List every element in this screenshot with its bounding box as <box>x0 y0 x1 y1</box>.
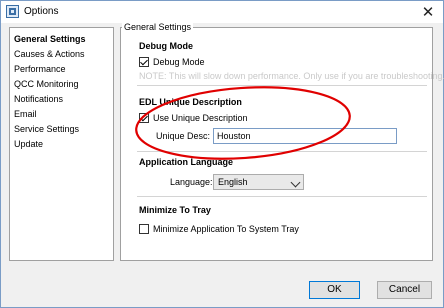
separator <box>137 196 427 197</box>
use-unique-description-label[interactable]: Use Unique Description <box>153 113 248 123</box>
tray-section-title: Minimize To Tray <box>139 205 211 215</box>
settings-nav-list[interactable]: General Settings Causes & Actions Perfor… <box>9 27 114 261</box>
use-unique-description-checkbox[interactable] <box>139 113 149 123</box>
unique-desc-input[interactable]: Houston <box>213 128 397 144</box>
options-app-icon <box>6 5 19 18</box>
nav-item-general-settings[interactable]: General Settings <box>14 33 86 45</box>
title-bar[interactable]: Options ✕ <box>1 1 443 23</box>
language-select[interactable]: English <box>213 174 304 190</box>
chevron-down-icon <box>290 177 301 188</box>
language-label: Language: <box>170 177 213 187</box>
language-section-title: Application Language <box>139 157 234 167</box>
unique-desc-label: Unique Desc: <box>156 131 211 141</box>
nav-item-service-settings[interactable]: Service Settings <box>14 123 79 135</box>
separator <box>137 151 427 152</box>
minimize-to-tray-checkbox[interactable] <box>139 224 149 234</box>
debug-mode-label[interactable]: Debug Mode <box>153 57 205 67</box>
close-icon[interactable]: ✕ <box>413 1 443 23</box>
nav-item-email[interactable]: Email <box>14 108 37 120</box>
panel-header: General Settings <box>122 22 194 32</box>
debug-mode-checkbox[interactable] <box>139 57 149 67</box>
edl-section-title: EDL Unique Description <box>139 97 242 107</box>
minimize-to-tray-label[interactable]: Minimize Application To System Tray <box>153 224 299 234</box>
ok-button[interactable]: OK <box>309 281 360 299</box>
nav-item-causes-actions[interactable]: Causes & Actions <box>14 48 85 60</box>
language-selected-value: English <box>218 177 248 187</box>
nav-item-notifications[interactable]: Notifications <box>14 93 63 105</box>
nav-item-performance[interactable]: Performance <box>14 63 66 75</box>
debug-section-title: Debug Mode <box>139 41 193 51</box>
nav-item-qcc-monitoring[interactable]: QCC Monitoring <box>14 78 79 90</box>
debug-note: NOTE: This will slow down performance. O… <box>139 71 444 81</box>
cancel-button[interactable]: Cancel <box>377 281 432 299</box>
nav-item-update[interactable]: Update <box>14 138 43 150</box>
separator <box>137 85 427 86</box>
window-title: Options <box>24 6 59 17</box>
